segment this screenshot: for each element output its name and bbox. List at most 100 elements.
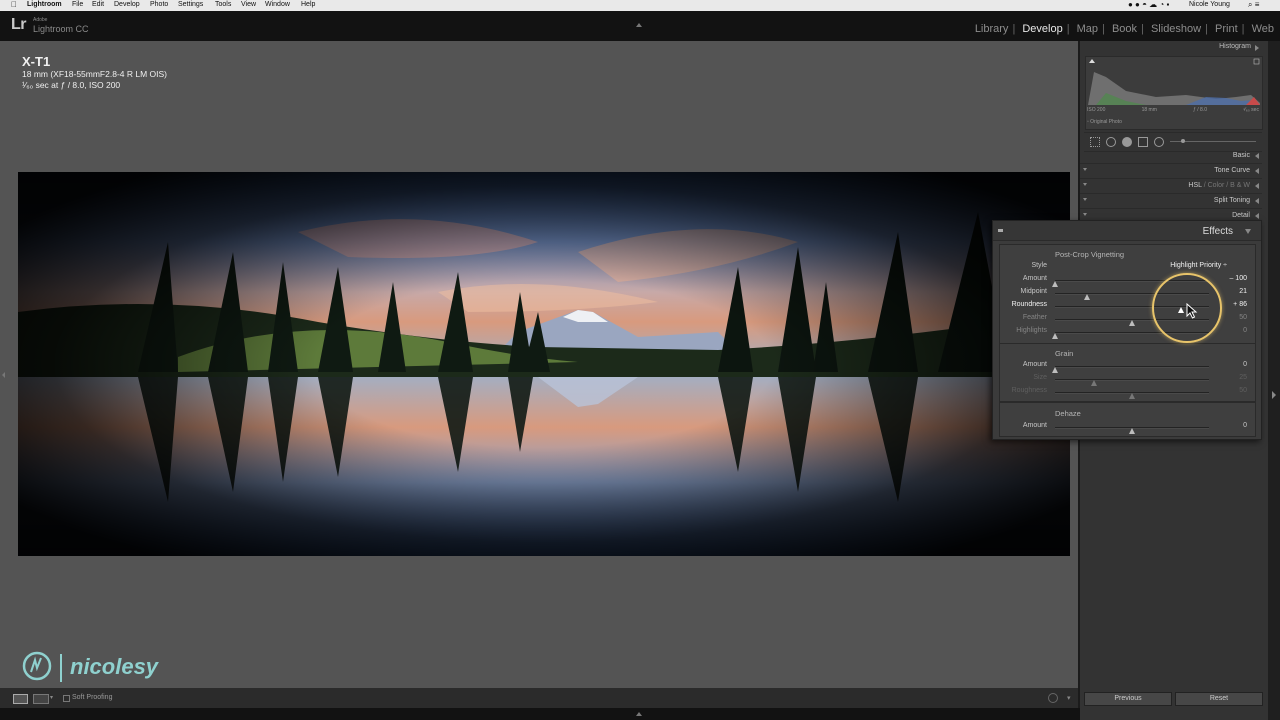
panel-hsl-label[interactable]: HSL	[1188, 182, 1201, 189]
right-panel-scroll[interactable]	[1268, 41, 1280, 720]
menu-help[interactable]: Help	[301, 1, 315, 8]
panel-split-toning-label: Split Toning	[1213, 197, 1250, 204]
slider-value[interactable]: 0	[1243, 422, 1247, 429]
slider-value[interactable]: 50	[1239, 387, 1247, 394]
before-after-view-icon[interactable]	[33, 694, 49, 704]
module-picker: Library | Develop | Map | Book | Slideshow | …	[974, 23, 1274, 35]
slider-track[interactable]	[1055, 379, 1209, 386]
vignetting-style-row: Style Highlight Priority ÷	[1000, 262, 1255, 274]
slider-value[interactable]: 0	[1243, 361, 1247, 368]
effects-header[interactable]: Effects	[993, 221, 1261, 241]
reset-button[interactable]: Reset	[1175, 692, 1263, 706]
panel-switch-icon[interactable]	[1083, 198, 1087, 201]
slider-value[interactable]: 50	[1239, 314, 1247, 321]
hist-aperture: ƒ / 8.0	[1193, 107, 1207, 113]
grain-roughness-slider[interactable]: Roughness 50	[1000, 387, 1255, 399]
module-print[interactable]: Print	[1215, 23, 1238, 35]
vignette-highlights-slider[interactable]: Highlights 0	[1000, 327, 1255, 339]
adobe-label: Adobe	[33, 17, 48, 23]
left-panel-toggle-icon[interactable]	[2, 372, 5, 378]
slider-thumb[interactable]	[1129, 428, 1135, 434]
module-library[interactable]: Library	[975, 23, 1009, 35]
panel-basic[interactable]: Basic	[1080, 148, 1262, 164]
toolbar-menu-icon[interactable]: ▾	[1067, 694, 1071, 702]
style-select[interactable]: Highlight Priority ÷	[1170, 262, 1227, 269]
histogram-collapse-icon[interactable]	[1255, 45, 1259, 51]
camera-model: X-T1	[22, 54, 51, 69]
menu-tools[interactable]: Tools	[215, 1, 231, 8]
slider-value[interactable]: 25	[1239, 374, 1247, 381]
slider-track[interactable]	[1055, 427, 1209, 434]
vignette-amount-slider[interactable]: Amount – 100	[1000, 275, 1255, 287]
module-web[interactable]: Web	[1252, 23, 1274, 35]
menu-develop[interactable]: Develop	[114, 1, 140, 8]
collapse-top-panel-icon[interactable]	[636, 23, 642, 27]
panel-split-toning[interactable]: Split Toning	[1080, 193, 1262, 209]
graduated-filter-icon[interactable]	[1138, 137, 1148, 147]
slider-thumb[interactable]	[1052, 281, 1058, 287]
slider-value[interactable]: 0	[1243, 327, 1247, 334]
menu-file[interactable]: File	[72, 1, 83, 8]
panel-basic-label: Basic	[1232, 152, 1250, 159]
slider-thumb[interactable]	[1052, 333, 1058, 339]
slider-thumb[interactable]	[1084, 294, 1091, 300]
slider-track[interactable]	[1055, 392, 1209, 399]
slider-thumb[interactable]	[1129, 393, 1135, 399]
slider-thumb[interactable]	[1090, 380, 1097, 386]
status-icons: ● ● ◓ ☁ ◔ ▪	[1128, 0, 1170, 9]
menu-view[interactable]: View	[241, 1, 256, 8]
slider-value[interactable]: + 86	[1233, 301, 1247, 308]
mac-menu-bar:  Lightroom File Edit Develop Photo Sett…	[0, 0, 1280, 11]
brush-slider-thumb[interactable]	[1181, 139, 1185, 143]
filmstrip-toggle-icon[interactable]	[636, 712, 642, 716]
panel-hsl[interactable]: HSL / Color / B & W	[1080, 178, 1262, 194]
soft-proofing-checkbox[interactable]	[63, 695, 70, 702]
red-eye-icon[interactable]	[1122, 137, 1132, 147]
slider-thumb[interactable]	[1052, 367, 1058, 373]
effects-collapse-icon[interactable]	[1245, 229, 1251, 234]
spot-removal-icon[interactable]	[1106, 137, 1116, 147]
previous-button[interactable]: Previous	[1084, 692, 1172, 706]
loupe-view-icon[interactable]	[13, 694, 28, 704]
menu-photo[interactable]: Photo	[150, 1, 168, 8]
slider-value[interactable]: 21	[1239, 288, 1247, 295]
slider-value[interactable]: – 100	[1229, 275, 1247, 282]
module-slideshow[interactable]: Slideshow	[1151, 23, 1201, 35]
menu-settings[interactable]: Settings	[178, 1, 203, 8]
vignetting-title: Post-Crop Vignetting	[1055, 250, 1125, 259]
right-panel-toggle-icon[interactable]	[1272, 391, 1276, 399]
dehaze-group: Dehaze Amount 0	[999, 402, 1256, 437]
module-book[interactable]: Book	[1112, 23, 1137, 35]
style-label: Style	[1031, 262, 1047, 269]
menu-window[interactable]: Window	[265, 1, 290, 8]
panel-tone-curve-label: Tone Curve	[1214, 167, 1250, 174]
panel-switch-icon[interactable]	[1083, 183, 1087, 186]
panel-collapse-icon	[1255, 198, 1259, 204]
dehaze-amount-slider[interactable]: Amount 0	[1000, 422, 1255, 434]
panel-tone-curve[interactable]: Tone Curve	[1080, 163, 1262, 179]
slider-track[interactable]	[1052, 366, 1209, 373]
original-photo-toggle[interactable]: ▫ Original Photo	[1087, 119, 1122, 125]
apple-icon[interactable]: 	[11, 0, 17, 9]
watermark-text: nicolesy	[70, 654, 159, 679]
radial-filter-icon[interactable]	[1154, 137, 1164, 147]
grain-amount-slider[interactable]: Amount 0	[1000, 361, 1255, 373]
hist-shutter: ¹⁄₆₀ sec	[1243, 107, 1259, 113]
slider-thumb[interactable]	[1129, 320, 1135, 326]
landscape-photo[interactable]	[18, 172, 1070, 556]
panel-switch-icon[interactable]	[1083, 168, 1087, 171]
search-icon[interactable]: ⌕ ≡	[1248, 0, 1259, 10]
slider-label: Roughness	[1011, 387, 1047, 394]
menu-edit[interactable]: Edit	[92, 1, 104, 8]
chevron-down-icon[interactable]: ▾	[50, 694, 53, 701]
menu-user-name[interactable]: Nicole Young	[1189, 1, 1230, 8]
panel-switch-icon[interactable]	[998, 229, 1003, 232]
histogram-label[interactable]: Histogram	[1080, 43, 1251, 50]
grain-size-slider[interactable]: Size 25	[1000, 374, 1255, 386]
module-develop[interactable]: Develop	[1022, 23, 1062, 35]
crop-tool-icon[interactable]	[1090, 137, 1100, 147]
menu-app-name[interactable]: Lightroom	[27, 1, 62, 8]
panel-color-bw-label[interactable]: / Color / B & W	[1202, 182, 1250, 189]
module-map[interactable]: Map	[1077, 23, 1098, 35]
panel-switch-icon[interactable]	[1083, 213, 1087, 216]
